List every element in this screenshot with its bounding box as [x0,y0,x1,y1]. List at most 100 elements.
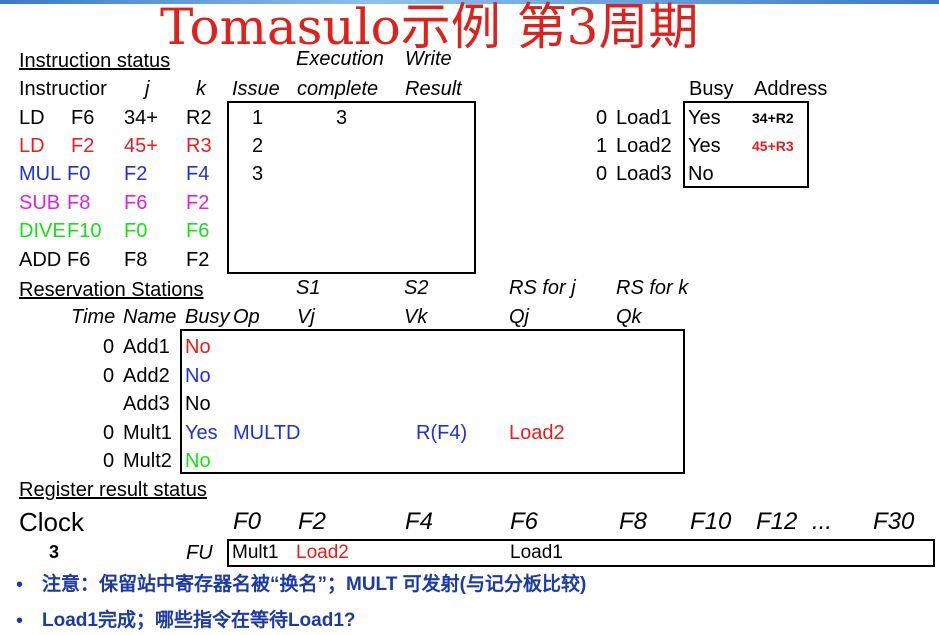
instr-j: F2 [124,163,148,185]
reg-ellipsis: ... [812,508,833,535]
col-k: k [196,78,206,100]
fu-f6: Load1 [510,542,563,563]
rs-busy: Yes [185,422,218,444]
rs-col-s2: S2 [404,277,429,299]
load-col-busy: Busy [689,78,734,100]
col-complete: complete [297,78,379,100]
instr-k: R3 [186,135,212,157]
col-execution: Execution [296,48,384,70]
load-name: Load1 [616,107,672,129]
load-busy: Yes [688,107,721,129]
rs-col-vk: Vk [404,306,428,328]
reg-f10: F10 [690,508,732,535]
rs-name: Add1 [123,336,170,358]
reg-f30: F30 [873,508,915,535]
rs-col-s1: S1 [296,277,321,299]
instruction-status-heading: Instruction status [19,50,171,72]
rs-name: Mult2 [123,450,172,472]
load-name: Load3 [616,163,672,185]
rs-col-rsj: RS for j [509,277,576,299]
instr-op: LD [19,135,45,157]
rs-name: Add3 [123,393,170,415]
rs-col-busy: Busy [185,307,230,327]
rs-col-time: Time [71,307,116,327]
load-busy: No [688,163,714,185]
instr-j: F8 [124,249,148,271]
instr-k: F2 [186,249,210,271]
reservation-stations-heading: Reservation Stations [19,279,204,301]
reg-f2: F2 [298,508,327,535]
instruction-status-box [227,101,476,274]
fu-label: FU [186,542,213,564]
rs-busy: No [185,450,211,472]
instr-dst: F10 [67,220,102,242]
load-time: 1 [596,135,608,157]
reservation-stations-box [180,329,685,474]
instr-k: F4 [186,163,210,185]
rs-name: Mult1 [123,422,172,444]
slide-title: Tomasulo示例 第3周期 [160,0,699,56]
load-col-address: Address [754,78,828,100]
rs-busy: No [185,365,211,387]
fu-f0: Mult1 [232,542,279,563]
load-time: 0 [596,163,608,185]
instr-op: SUB [19,192,61,214]
rs-time: 0 [103,365,115,387]
clock-value: 3 [49,542,60,562]
note-1: 注意：保留站中寄存器名被“换名”；MULT 可发射(与记分板比较) [42,574,587,595]
rs-qj: Load2 [509,422,565,444]
reg-f8: F8 [619,508,648,535]
rs-col-op: Op [233,306,260,328]
instr-dst: F6 [67,249,91,271]
reg-f12: F12 [756,508,798,535]
note-2: Load1完成；哪些指令在等待Load1? [42,610,356,631]
rs-vk: R(F4) [416,422,468,444]
instr-j: F0 [124,220,148,242]
instr-dst: F8 [67,192,91,214]
rs-col-qk: Qk [616,306,642,328]
instr-complete: 3 [336,107,348,129]
clock-label: Clock [19,507,85,537]
rs-time: 0 [103,422,115,444]
rs-col-qj: Qj [509,306,529,328]
reg-f6: F6 [510,508,539,535]
load-address: 34+R2 [752,110,794,126]
instr-k: F6 [186,220,210,242]
rs-time: 0 [103,450,115,472]
load-busy: Yes [688,135,721,157]
reg-f0: F0 [233,508,262,535]
fu-f2: Load2 [296,542,349,563]
instr-op: MUL [19,163,62,185]
instr-dst: F2 [71,135,95,157]
rs-time: 0 [103,336,115,358]
col-issue: Issue [232,78,280,100]
load-name: Load2 [616,135,672,157]
load-time: 0 [596,107,608,129]
instr-dst: F6 [71,107,95,129]
instr-k: R2 [186,107,212,129]
rs-name: Add2 [123,365,170,387]
instr-op: ADD [19,249,62,271]
instr-issue: 3 [252,163,264,185]
instr-issue: 2 [252,135,264,157]
instr-j: 45+ [124,135,158,157]
instr-op: DIVE [19,221,66,241]
instr-dst: F0 [67,163,91,185]
col-result: Result [405,78,462,100]
instr-issue: 1 [252,107,264,129]
instr-j: 34+ [124,107,158,129]
rs-col-name: Name [123,306,177,328]
rs-col-vj: Vj [297,306,315,328]
register-status-heading: Register result status [19,479,207,501]
bullet-dot: • [16,610,24,632]
instr-j: F6 [124,192,148,214]
instr-k: F2 [186,192,210,214]
rs-op: MULTD [233,422,301,444]
instr-op: LD [19,107,45,129]
load-address: 45+R3 [752,138,794,154]
bullet-dot: • [16,574,24,596]
rs-col-rsk: RS for k [616,277,689,299]
rs-busy: No [185,336,211,358]
reg-f4: F4 [405,508,434,535]
col-write: Write [405,48,452,70]
